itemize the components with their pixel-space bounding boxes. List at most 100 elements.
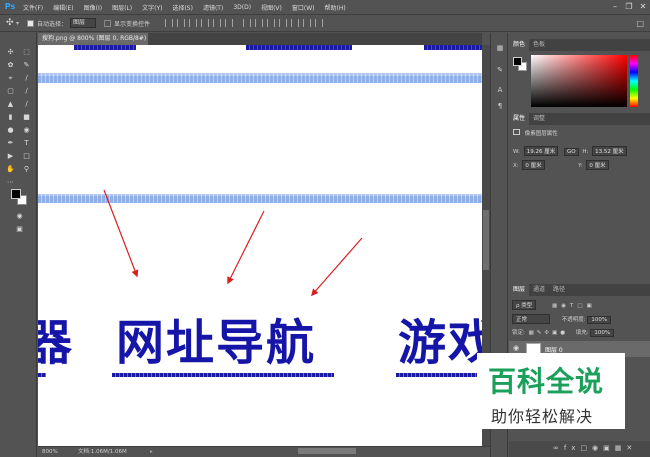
color-picker-field[interactable] (531, 55, 627, 107)
quick-select-tool-icon[interactable]: ✎ (20, 60, 33, 71)
y-label: Y: (578, 163, 583, 169)
width-label: W: (513, 149, 520, 155)
auto-align-icon[interactable] (315, 19, 324, 27)
red-arrow-3 (311, 237, 363, 297)
distribute-right-icon[interactable] (303, 19, 312, 27)
stamp-tool-icon[interactable]: ▲ (4, 99, 17, 110)
link-dimensions-icon[interactable]: GO (563, 148, 579, 156)
menu-edit[interactable]: 编辑(E) (48, 3, 78, 12)
restore-icon[interactable]: ❐ (622, 0, 636, 14)
menu-file[interactable]: 文件(F) (18, 3, 48, 12)
align-top-icon[interactable] (165, 19, 174, 27)
tab-strip (148, 33, 482, 45)
horizontal-scrollbar-thumb[interactable] (298, 448, 356, 454)
dodge-tool-icon[interactable]: ◉ (20, 125, 33, 136)
layer-filter-icons[interactable]: ▦◉T□▣ (552, 303, 596, 309)
quick-mask-icon[interactable]: ◉ (13, 211, 26, 222)
tool-preset-chevron-icon[interactable]: ▾ (16, 20, 19, 27)
tab-properties[interactable]: 属性 (509, 113, 530, 125)
layer-footer-icons[interactable]: ∞fx□◉▣▦✕ (553, 444, 637, 452)
distribute-middle-icon[interactable] (255, 19, 264, 27)
distribute-bottom-icon[interactable] (267, 19, 276, 27)
height-field[interactable]: 13.52 厘米 (592, 146, 627, 156)
document-tab[interactable]: 搜狗.png @ 800% (图层 0, RGB/8#) × (38, 33, 156, 45)
menu-layer[interactable]: 图层(L) (107, 3, 137, 12)
shape-tool-icon[interactable]: □ (20, 151, 33, 162)
hand-tool-icon[interactable]: ✋ (4, 164, 17, 175)
lasso-tool-icon[interactable]: ✿ (4, 60, 17, 71)
move-tool-icon[interactable]: ✣ (4, 47, 17, 58)
fill-field[interactable]: 100% (590, 329, 615, 337)
tab-adjustments[interactable]: 调整 (529, 113, 549, 125)
opacity-field[interactable]: 100% (587, 316, 612, 324)
hue-slider[interactable] (630, 55, 638, 107)
vertical-scrollbar-thumb[interactable] (483, 210, 489, 270)
distribute-top-icon[interactable] (243, 19, 252, 27)
menu-image[interactable]: 图像(I) (79, 3, 107, 12)
layer-filter-row: ρ 类型 ▦◉T□▣ (512, 300, 596, 310)
brush-tool-icon[interactable]: ∕ (20, 86, 33, 97)
x-field[interactable]: 0 厘米 (522, 160, 545, 170)
marquee-tool-icon[interactable]: ⬚ (20, 47, 33, 58)
status-menu-chevron-icon[interactable]: ▸ (150, 447, 153, 457)
tab-layers[interactable]: 图层 (509, 284, 530, 296)
menu-view[interactable]: 视图(V) (256, 3, 287, 12)
align-middle-icon[interactable] (177, 19, 186, 27)
blur-tool-icon[interactable]: ● (4, 125, 17, 136)
distribute-left-icon[interactable] (279, 19, 288, 27)
lock-icons[interactable]: ▦✎✣▣● (529, 330, 568, 336)
opacity-label: 不透明度: (561, 317, 586, 323)
move-tool-icon[interactable]: ✣ (6, 18, 16, 28)
layer-filter-dropdown[interactable]: ρ 类型 (512, 300, 537, 310)
menu-help[interactable]: 帮助(H) (320, 3, 351, 12)
auto-select-dropdown[interactable]: 图层 (70, 18, 97, 28)
tab-paths[interactable]: 路径 (549, 284, 569, 296)
path-select-tool-icon[interactable]: ▶ (4, 151, 17, 162)
eraser-tool-icon[interactable]: ▮ (4, 112, 17, 123)
lock-row: 锁定: ▦✎✣▣● 填充: 100% (512, 328, 615, 337)
minimize-icon[interactable]: – (608, 0, 622, 14)
zoom-tool-icon[interactable]: ⚲ (20, 164, 33, 175)
tab-swatches[interactable]: 色板 (529, 39, 549, 51)
brush-panel-icon[interactable]: ✎ (495, 65, 505, 75)
crop-tool-icon[interactable]: ⌖ (4, 73, 17, 84)
menu-3d[interactable]: 3D(D) (228, 4, 256, 11)
align-bottom-icon[interactable] (189, 19, 198, 27)
align-center-icon[interactable] (213, 19, 222, 27)
blend-mode-dropdown[interactable]: 正常 (512, 314, 550, 324)
auto-select-checkbox[interactable] (27, 19, 35, 27)
workspace-icon[interactable]: □ (636, 19, 644, 28)
align-left-icon[interactable] (201, 19, 210, 27)
screen-mode-icon[interactable]: ▣ (13, 224, 26, 235)
document-canvas[interactable]: 器 网址导航 游戏 (38, 45, 482, 446)
close-window-icon[interactable]: ✕ (636, 0, 650, 14)
tools-panel: ✣ ⬚ ✿ ✎ ⌖ ∕ ▢ ∕ ▲ ∕ ▮ ■ ● ◉ ✒ T ▶ □ ✋ ⚲ … (0, 33, 37, 457)
eyedropper-tool-icon[interactable]: ∕ (20, 73, 33, 84)
type-tool-icon[interactable]: T (20, 138, 33, 149)
tab-color[interactable]: 颜色 (509, 39, 530, 51)
align-right-icon[interactable] (225, 19, 234, 27)
history-brush-tool-icon[interactable]: ∕ (20, 99, 33, 110)
tab-channels[interactable]: 通道 (529, 284, 549, 296)
gradient-tool-icon[interactable]: ■ (20, 112, 33, 123)
foreground-color-swatch[interactable] (11, 189, 21, 199)
menu-select[interactable]: 选择(S) (167, 3, 198, 12)
menu-filter[interactable]: 滤镜(T) (198, 3, 228, 12)
pen-tool-icon[interactable]: ✒ (4, 138, 17, 149)
fill-label: 填充: (575, 330, 589, 336)
width-field[interactable]: 19.26 厘米 (523, 146, 559, 156)
distribute-center-icon[interactable] (291, 19, 300, 27)
transform-controls-checkbox[interactable] (104, 19, 112, 27)
more-tools-icon[interactable]: ⋯ (4, 177, 17, 188)
document-info: 文档:1.06M/1.06M (78, 449, 127, 455)
y-field[interactable]: 0 厘米 (586, 160, 609, 170)
menu-window[interactable]: 窗口(W) (287, 3, 320, 12)
paragraph-panel-icon[interactable]: ¶ (495, 101, 505, 111)
menu-type[interactable]: 文字(Y) (137, 3, 167, 12)
healing-tool-icon[interactable]: ▢ (4, 86, 17, 97)
history-panel-icon[interactable]: ▦ (495, 43, 505, 53)
character-panel-icon[interactable]: A (495, 85, 505, 95)
watermark-subtitle: 助你轻松解决 (491, 407, 594, 426)
zoom-readout[interactable]: 800% (42, 447, 58, 457)
foreground-color-swatch[interactable] (513, 57, 522, 66)
